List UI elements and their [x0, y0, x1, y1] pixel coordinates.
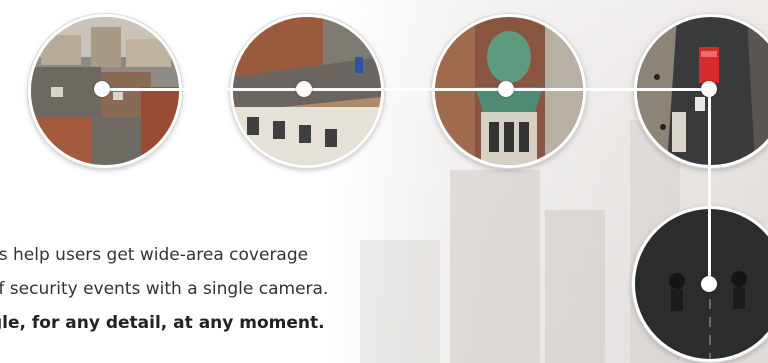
- horizontal-connector-line: [100, 88, 712, 91]
- connector-dot: [701, 81, 717, 97]
- description-text: ns help users get wide-area coverage of …: [0, 238, 470, 340]
- description-line-1: ns help users get wide-area coverage: [0, 245, 309, 265]
- vertical-connector-line: [708, 88, 711, 288]
- connector-dot: [94, 81, 110, 97]
- connector-dot: [498, 81, 514, 97]
- description-line-3: gle, for any detail, at any moment.: [0, 313, 325, 333]
- description-line-2: of security events with a single camera.: [0, 279, 329, 299]
- connector-dot: [701, 276, 717, 292]
- connector-dot: [296, 81, 312, 97]
